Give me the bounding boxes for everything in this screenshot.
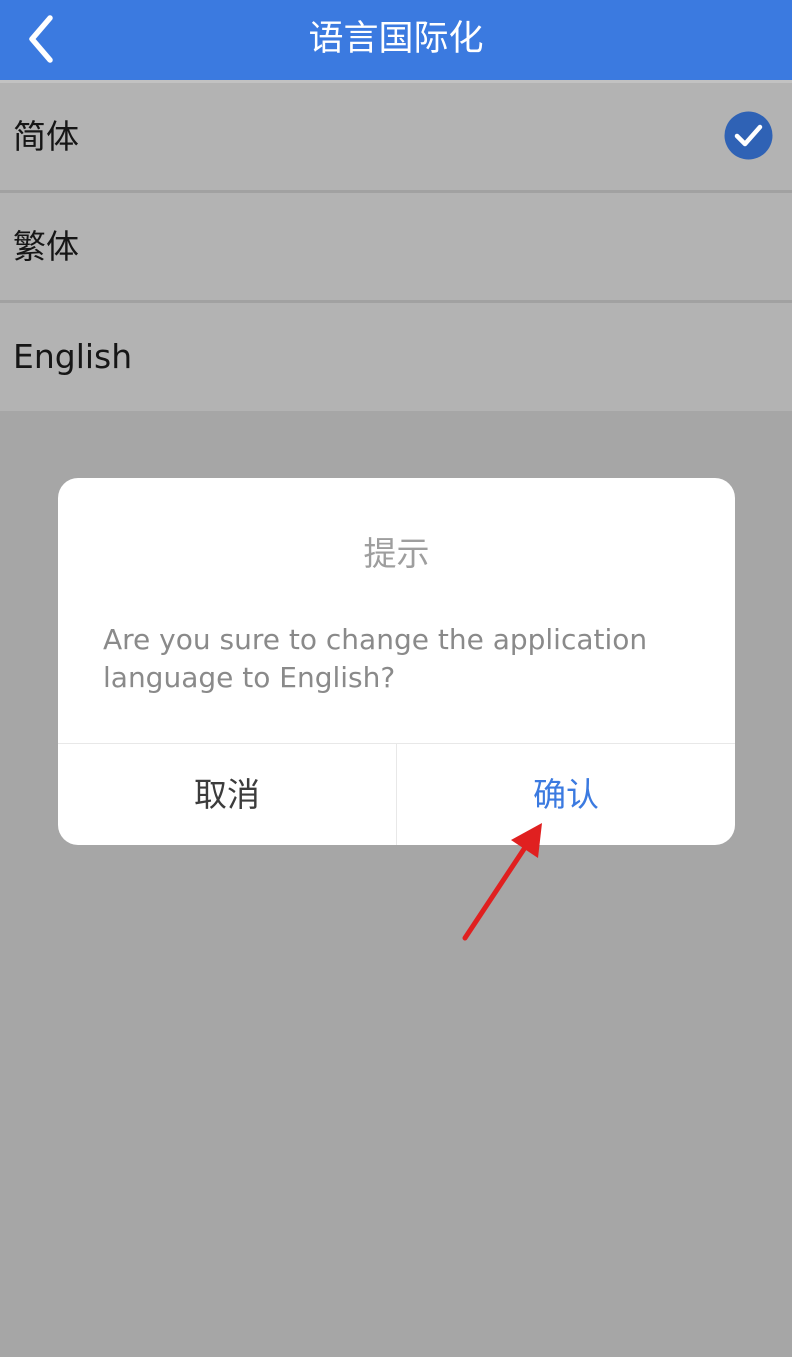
language-label: 简体 bbox=[13, 117, 79, 156]
language-item-traditional[interactable]: 繁体 bbox=[0, 193, 792, 303]
language-label: English bbox=[13, 337, 133, 376]
chevron-left-icon bbox=[29, 15, 53, 63]
confirm-dialog: 提示 Are you sure to change the applicatio… bbox=[58, 478, 735, 845]
page-title: 语言国际化 bbox=[308, 19, 484, 59]
language-item-simplified[interactable]: 简体 bbox=[0, 83, 792, 193]
app-header: 语言国际化 bbox=[0, 0, 792, 80]
language-label: 繁体 bbox=[13, 227, 79, 266]
dialog-message: Are you sure to change the application l… bbox=[103, 623, 648, 694]
language-item-english[interactable]: English bbox=[0, 303, 792, 411]
language-list: 简体 繁体 English bbox=[0, 83, 792, 411]
check-circle-icon bbox=[724, 111, 773, 160]
back-button[interactable] bbox=[16, 10, 72, 70]
cancel-button[interactable]: 取消 bbox=[58, 744, 396, 845]
dialog-title: 提示 bbox=[363, 534, 430, 573]
red-arrow-icon bbox=[440, 810, 560, 950]
dialog-button-bar: 取消 确认 bbox=[58, 744, 735, 845]
